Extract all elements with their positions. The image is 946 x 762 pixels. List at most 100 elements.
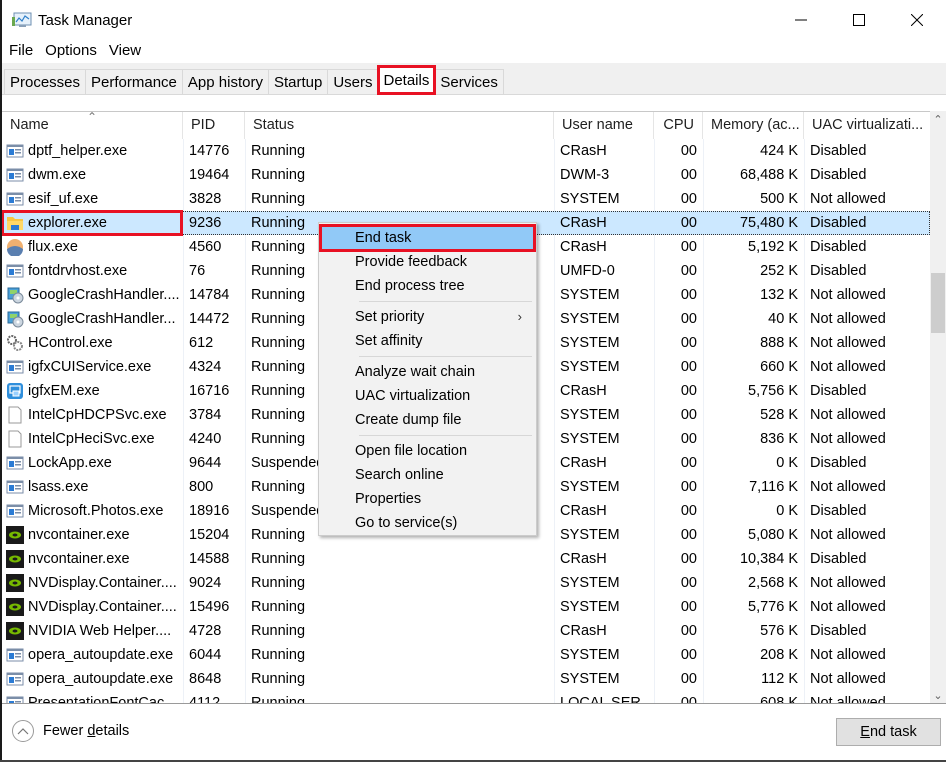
cpu-cell: 00 — [680, 503, 697, 519]
menu-item-label: Set affinity — [355, 333, 423, 349]
context-menu-item-set-priority[interactable]: Set priority › — [321, 305, 534, 329]
nvidia-icon — [6, 598, 24, 616]
status-cell: Running — [251, 647, 306, 663]
column-header-pid[interactable]: PID — [183, 112, 245, 139]
column-header-uac[interactable]: UAC virtualizati... — [804, 112, 930, 139]
end-task-button[interactable]: End task — [836, 718, 941, 746]
column-header-name[interactable]: Name ⌃ — [2, 112, 183, 139]
memory-cell: 5,776 K — [748, 599, 798, 615]
fewer-details-label: Fewer details — [43, 723, 129, 739]
chevron-up-circle-icon — [12, 720, 34, 742]
end-task-accesskey: E — [860, 724, 870, 740]
tab-services[interactable]: Services — [434, 69, 504, 95]
menu-item-label: Analyze wait chain — [355, 364, 476, 380]
window-app-icon — [6, 502, 24, 520]
process-name: igfxCUIService.exe — [28, 359, 152, 375]
scrollbar-thumb[interactable] — [931, 273, 945, 333]
tab-performance[interactable]: Performance — [85, 69, 183, 95]
sort-ascending-icon: ⌃ — [87, 112, 98, 124]
user-name-cell: CRasH — [560, 551, 607, 567]
context-menu-item-analyze-wait-chain[interactable]: Analyze wait chain — [321, 360, 534, 384]
uac-cell: Disabled — [810, 551, 867, 567]
memory-cell: 75,480 K — [739, 215, 798, 231]
cpu-cell: 00 — [680, 551, 697, 567]
name-cell: esif_uf.exe — [2, 187, 183, 211]
table-row[interactable]: dwm.exe 19464 Running DWM-3 00 68,488 K Disabl… — [2, 163, 930, 187]
column-header-user-name[interactable]: User name — [554, 112, 654, 139]
cpu-cell: 00 — [680, 599, 697, 615]
table-row[interactable]: nvcontainer.exe 14588 Running CRasH 00 10,384… — [2, 547, 930, 571]
column-header-status[interactable]: Status — [245, 112, 554, 139]
menu-separator — [359, 435, 532, 436]
uac-cell: Disabled — [810, 143, 867, 159]
tab-details[interactable]: Details — [376, 65, 437, 95]
tab-app-history[interactable]: App history — [181, 69, 269, 95]
user-name-cell: SYSTEM — [560, 287, 620, 303]
context-menu-item-create-dump-file[interactable]: Create dump file — [321, 408, 534, 432]
table-row[interactable]: NVDisplay.Container.... 9024 Running SYSTEM… — [2, 571, 930, 595]
pid-cell: 612 — [189, 335, 214, 351]
window-app-icon — [6, 166, 24, 184]
context-menu-item-open-file-location[interactable]: Open file location — [321, 439, 534, 463]
menu-view[interactable]: View — [103, 40, 147, 62]
context-menu-item-properties[interactable]: Properties — [321, 487, 534, 511]
menu-options[interactable]: Options — [39, 40, 103, 62]
context-menu-item-end-process-tree[interactable]: End process tree — [321, 274, 534, 298]
tab-users[interactable]: Users — [327, 69, 379, 95]
menu-item-label: End task — [355, 230, 412, 246]
cpu-cell: 00 — [680, 287, 697, 303]
cpu-cell: 00 — [680, 647, 697, 663]
context-menu-item-provide-feedback[interactable]: Provide feedback — [321, 250, 534, 274]
user-name-cell: UMFD-0 — [560, 263, 615, 279]
table-row[interactable]: opera_autoupdate.exe 6044 Running SYSTEM 00 2… — [2, 643, 930, 667]
cpu-cell: 00 — [680, 383, 697, 399]
pid-cell: 3828 — [189, 191, 222, 207]
user-name-cell: SYSTEM — [560, 431, 620, 447]
minimize-button[interactable] — [772, 0, 830, 40]
scroll-up-button[interactable]: ⌃ — [930, 111, 946, 128]
cpu-cell: 00 — [680, 239, 697, 255]
pid-cell: 4560 — [189, 239, 222, 255]
cpu-cell: 00 — [680, 167, 697, 183]
context-menu-item-end-task[interactable]: End task — [319, 224, 536, 252]
cpu-cell: 00 — [680, 263, 697, 279]
process-name: fontdrvhost.exe — [28, 263, 128, 279]
process-name: lsass.exe — [28, 479, 89, 495]
fewer-details-button[interactable]: Fewer details — [12, 720, 129, 742]
menu-file[interactable]: File — [3, 40, 39, 62]
table-row[interactable]: esif_uf.exe 3828 Running SYSTEM 00 500 K Not a… — [2, 187, 930, 211]
table-row[interactable]: opera_autoupdate.exe 8648 Running SYSTEM 00 1… — [2, 667, 930, 691]
column-header-cpu[interactable]: CPU — [654, 112, 703, 139]
context-menu-item-go-to-service-s[interactable]: Go to service(s) — [321, 511, 534, 535]
name-cell: igfxEM.exe — [2, 379, 183, 403]
pid-cell: 76 — [189, 263, 206, 279]
user-name-cell: SYSTEM — [560, 671, 620, 687]
pid-cell: 15496 — [189, 599, 230, 615]
memory-cell: 68,488 K — [739, 167, 798, 183]
fewer-details-text: Fewer — [43, 723, 88, 739]
cpu-cell: 00 — [680, 623, 697, 639]
context-menu-item-set-affinity[interactable]: Set affinity — [321, 329, 534, 353]
tab-startup[interactable]: Startup — [267, 69, 329, 95]
context-menu-item-uac-virtualization[interactable]: UAC virtualization — [321, 384, 534, 408]
scroll-down-button[interactable]: ⌄ — [930, 687, 946, 704]
menu-item-label: End process tree — [355, 278, 465, 294]
table-row[interactable]: dptf_helper.exe 14776 Running CRasH 00 424 K D… — [2, 139, 930, 163]
context-menu-item-search-online[interactable]: Search online — [321, 463, 534, 487]
maximize-button[interactable] — [830, 0, 888, 40]
table-row[interactable]: NVIDIA Web Helper.... 4728 Running CRasH 00 5… — [2, 619, 930, 643]
tab-processes[interactable]: Processes — [4, 69, 87, 95]
process-name: IntelCpHeciSvc.exe — [28, 431, 155, 447]
cpu-cell: 00 — [680, 191, 697, 207]
memory-cell: 0 K — [776, 503, 798, 519]
cpu-cell: 00 — [680, 527, 697, 543]
uac-cell: Not allowed — [810, 647, 886, 663]
uac-cell: Disabled — [810, 503, 867, 519]
vertical-scrollbar[interactable]: ⌃ ⌄ — [930, 111, 946, 704]
close-button[interactable] — [888, 0, 946, 40]
name-cell: dwm.exe — [2, 163, 183, 187]
pid-cell: 14776 — [189, 143, 230, 159]
window-app-icon — [6, 478, 24, 496]
table-row[interactable]: NVDisplay.Container.... 15496 Running SYSTE… — [2, 595, 930, 619]
column-header-memory[interactable]: Memory (ac... — [703, 112, 804, 139]
